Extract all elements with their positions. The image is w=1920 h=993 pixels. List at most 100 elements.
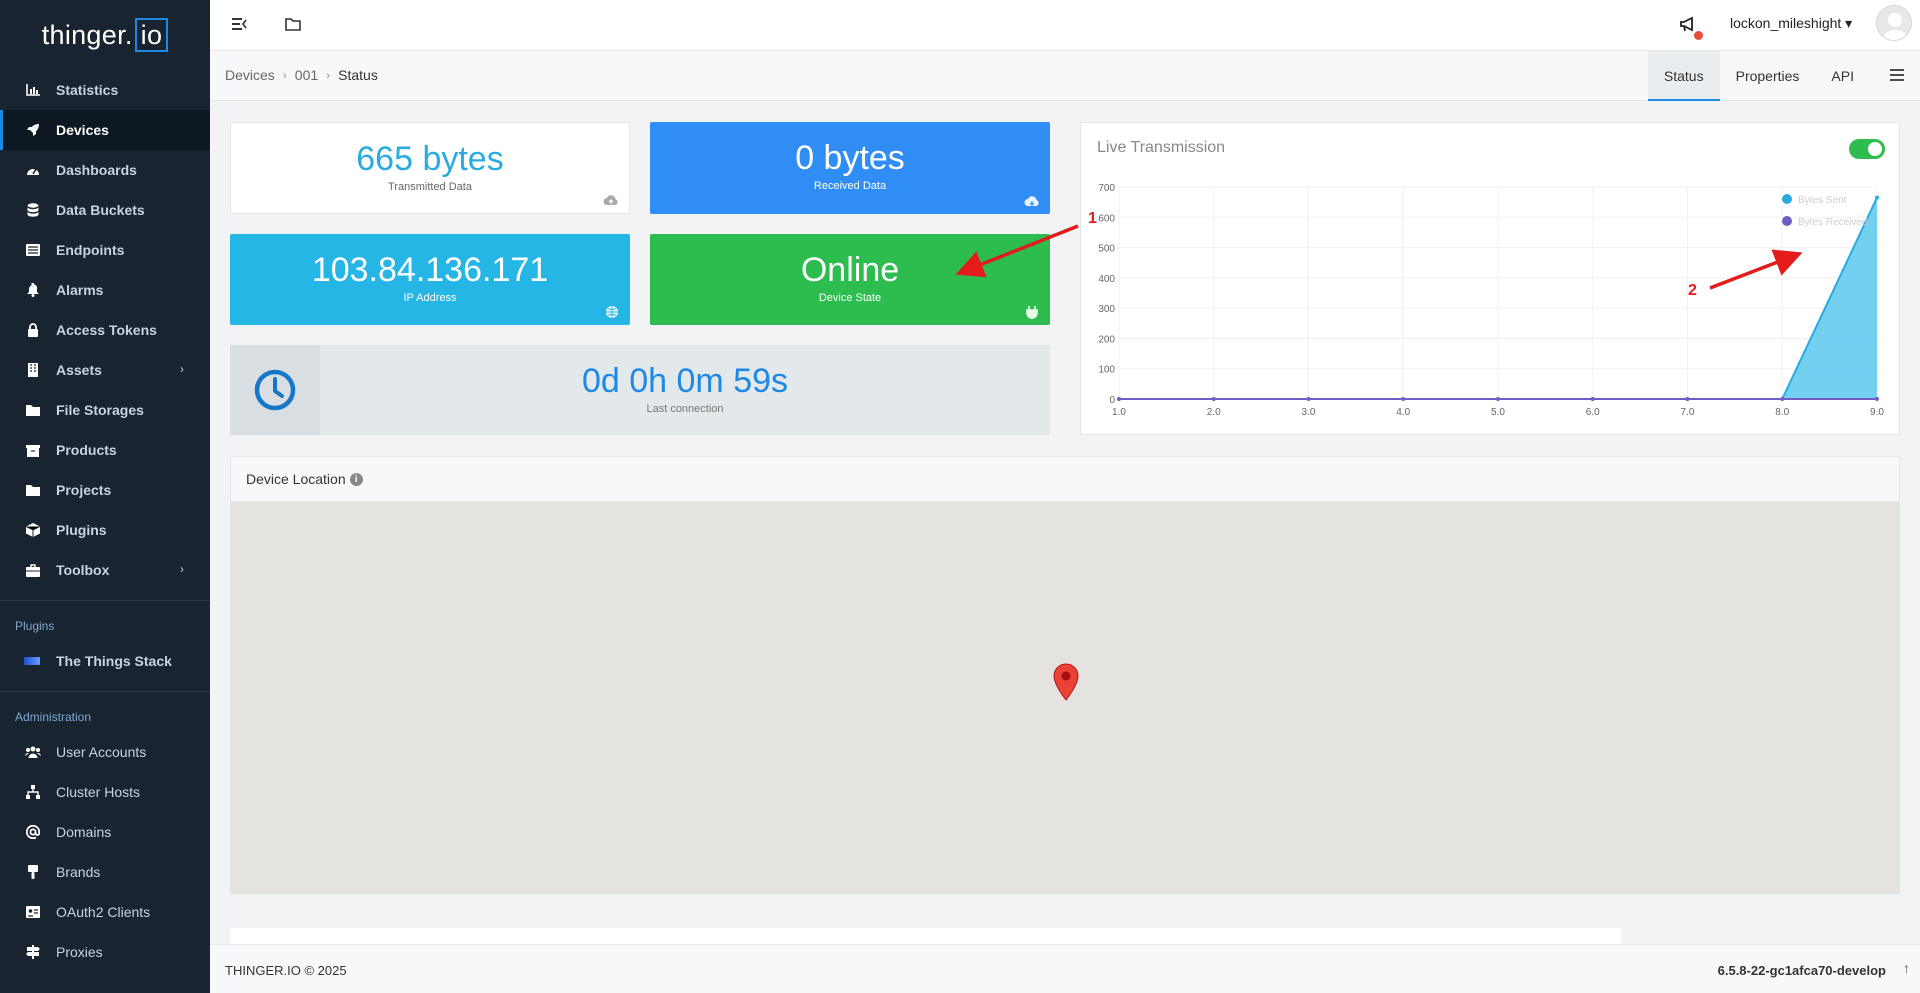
y-tick-label: 300 xyxy=(1098,304,1115,315)
brand-text: thinger. xyxy=(41,20,133,50)
menu-icon[interactable] xyxy=(1888,66,1908,86)
tab-properties[interactable]: Properties xyxy=(1720,51,1816,101)
live-title: Live Transmission xyxy=(1097,139,1226,156)
data-point xyxy=(1496,397,1500,401)
sidebar-item-label: File Storages xyxy=(56,402,144,418)
folder-icon[interactable] xyxy=(284,15,304,35)
globe-icon xyxy=(606,306,618,318)
data-point xyxy=(1685,397,1690,401)
sidebar-item-label: Products xyxy=(56,442,117,458)
sidebar-item-label: Proxies xyxy=(56,944,103,960)
sidebar-item-file-storages[interactable]: File Storages xyxy=(0,390,210,430)
map[interactable] xyxy=(231,502,1899,893)
data-point xyxy=(1590,397,1595,401)
folder-icon xyxy=(24,481,42,499)
sidebar-item-the-things-stack[interactable]: The Things Stack xyxy=(0,641,210,681)
transmitted-data-card: 665 bytes Transmitted Data xyxy=(230,122,630,214)
state-label: Device State xyxy=(818,292,882,304)
data-point xyxy=(1306,397,1311,401)
box-icon xyxy=(24,441,42,459)
data-point xyxy=(1875,397,1879,401)
connection-label: Last connection xyxy=(646,403,724,415)
avatar[interactable] xyxy=(1876,5,1912,41)
state-value: Online xyxy=(800,251,900,289)
clock-icon xyxy=(230,345,320,435)
user-menu[interactable]: lockon_mileshight ▾ xyxy=(1730,15,1852,32)
sidebar-item-statistics[interactable]: Statistics xyxy=(0,70,210,110)
toolbox-icon xyxy=(24,561,42,579)
breadcrumb-devices[interactable]: Devices xyxy=(225,67,275,83)
sidebar-item-label: Alarms xyxy=(56,282,104,298)
y-tick-label: 400 xyxy=(1098,274,1115,285)
location-title: Device Location xyxy=(246,471,346,487)
sidebar-item-brands[interactable]: Brands xyxy=(0,852,210,892)
y-tick-label: 500 xyxy=(1098,244,1115,255)
sidebar-item-data-buckets[interactable]: Data Buckets xyxy=(0,190,210,230)
breadcrumb: Devices › 001 › Status xyxy=(225,67,378,83)
rocket-icon xyxy=(24,121,42,139)
sidebar-item-label: Data Buckets xyxy=(56,202,145,218)
data-point xyxy=(1780,397,1785,401)
sidebar-item-plugins[interactable]: Plugins xyxy=(0,510,210,550)
sidebar-item-devices[interactable]: Devices xyxy=(0,110,210,150)
bell-icon xyxy=(24,281,42,299)
legend-label: Bytes Sent xyxy=(1798,195,1847,206)
content-strip xyxy=(230,928,1621,944)
annotation-label-2: 2 xyxy=(1688,282,1697,299)
location-header: Device Location i xyxy=(231,457,1899,502)
legend-label: Bytes Received xyxy=(1798,217,1867,228)
sidebar-item-endpoints[interactable]: Endpoints xyxy=(0,230,210,270)
breadcrumb-device-id[interactable]: 001 xyxy=(295,67,318,83)
sidebar-item-toolbox[interactable]: Toolbox › xyxy=(0,550,210,590)
x-tick-label: 7.0 xyxy=(1681,407,1695,418)
announcements-icon[interactable] xyxy=(1678,14,1703,40)
admin-section-title: Administration xyxy=(15,710,92,724)
y-tick-label: 600 xyxy=(1098,213,1115,224)
sidebar-item-access-tokens[interactable]: Access Tokens xyxy=(0,310,210,350)
sidebar-item-label: Brands xyxy=(56,864,101,880)
brush-icon xyxy=(24,863,42,881)
chevron-right-icon: › xyxy=(180,362,184,376)
sidebar-item-dashboards[interactable]: Dashboards xyxy=(0,150,210,190)
tab-api[interactable]: API xyxy=(1815,51,1870,101)
ip-value: 103.84.136.171 xyxy=(311,251,549,289)
brand-io: io xyxy=(134,18,169,52)
annotation-label-1: 1 xyxy=(1088,210,1097,227)
sidebar-item-label: Toolbox xyxy=(56,562,110,578)
sidebar-item-projects[interactable]: Projects xyxy=(0,470,210,510)
data-point xyxy=(1401,397,1406,401)
x-tick-label: 1.0 xyxy=(1112,407,1126,418)
ip-label: IP Address xyxy=(403,292,457,304)
sidebar-item-label: Access Tokens xyxy=(56,322,157,338)
sidebar-item-user-accounts[interactable]: User Accounts xyxy=(0,732,210,772)
collapse-sidebar-icon[interactable] xyxy=(230,15,250,35)
at-icon xyxy=(24,823,42,841)
sidebar-item-cluster-hosts[interactable]: Cluster Hosts xyxy=(0,772,210,812)
list-icon xyxy=(24,241,42,259)
device-tabs: Status Properties API xyxy=(1647,51,1870,101)
sidebar-item-label: OAuth2 Clients xyxy=(56,904,151,920)
sidebar-item-domains[interactable]: Domains xyxy=(0,812,210,852)
x-tick-label: 4.0 xyxy=(1396,407,1410,418)
transmitted-value: 665 bytes xyxy=(356,140,504,178)
brand-logo[interactable]: thinger. io xyxy=(0,0,210,70)
info-icon[interactable]: i xyxy=(349,472,363,486)
sidebar-item-assets[interactable]: Assets › xyxy=(0,350,210,390)
x-tick-label: 3.0 xyxy=(1302,407,1316,418)
chevron-right-icon: › xyxy=(180,562,184,576)
topbar: lockon_mileshight ▾ xyxy=(210,0,1920,51)
x-tick-label: 8.0 xyxy=(1775,407,1789,418)
sidebar-item-oauth2-clients[interactable]: OAuth2 Clients xyxy=(0,892,210,932)
building-icon xyxy=(24,361,42,379)
plug-icon xyxy=(1026,306,1038,319)
sidebar-item-alarms[interactable]: Alarms xyxy=(0,270,210,310)
live-toggle[interactable] xyxy=(1849,139,1885,159)
sidebar-item-proxies[interactable]: Proxies xyxy=(0,932,210,972)
scroll-top-icon[interactable]: ↑ xyxy=(1903,960,1910,976)
sidebar-item-products[interactable]: Products xyxy=(0,430,210,470)
legend-marker xyxy=(1782,194,1792,204)
tab-status[interactable]: Status xyxy=(1647,51,1720,101)
plugins-section-title: Plugins xyxy=(15,619,55,633)
map-marker-icon[interactable] xyxy=(1053,663,1079,701)
y-tick-label: 700 xyxy=(1098,183,1115,194)
